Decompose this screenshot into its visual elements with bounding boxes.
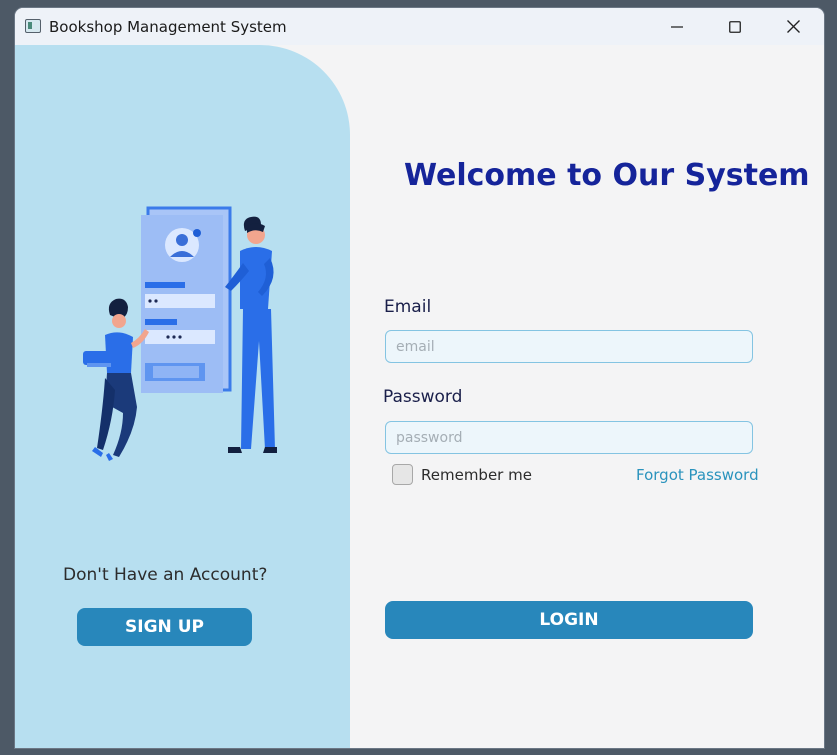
email-input[interactable] (385, 330, 753, 363)
page-title: Welcome to Our System (404, 158, 810, 193)
window-title: Bookshop Management System (49, 18, 287, 36)
app-icon (25, 19, 41, 33)
close-button[interactable] (764, 8, 822, 45)
app-window: Bookshop Management System Don't Have an… (15, 8, 824, 748)
password-label: Password (383, 387, 463, 407)
login-button[interactable]: LOGIN (385, 601, 753, 639)
signup-prompt: Don't Have an Account? (63, 565, 268, 585)
close-icon (786, 20, 800, 33)
signup-button[interactable]: SIGN UP (77, 608, 252, 646)
minimize-button[interactable] (648, 8, 706, 45)
password-input[interactable] (385, 421, 753, 454)
remember-me-label: Remember me (421, 466, 532, 484)
login-illustration (83, 206, 277, 461)
minimize-icon (671, 25, 683, 28)
forgot-password-link[interactable]: Forgot Password (636, 466, 759, 484)
left-panel: Don't Have an Account? SIGN UP (15, 45, 350, 748)
maximize-icon (729, 20, 741, 33)
email-label: Email (384, 297, 432, 317)
maximize-button[interactable] (706, 8, 764, 45)
title-bar: Bookshop Management System (15, 8, 824, 45)
remember-me-checkbox[interactable] (392, 464, 413, 485)
